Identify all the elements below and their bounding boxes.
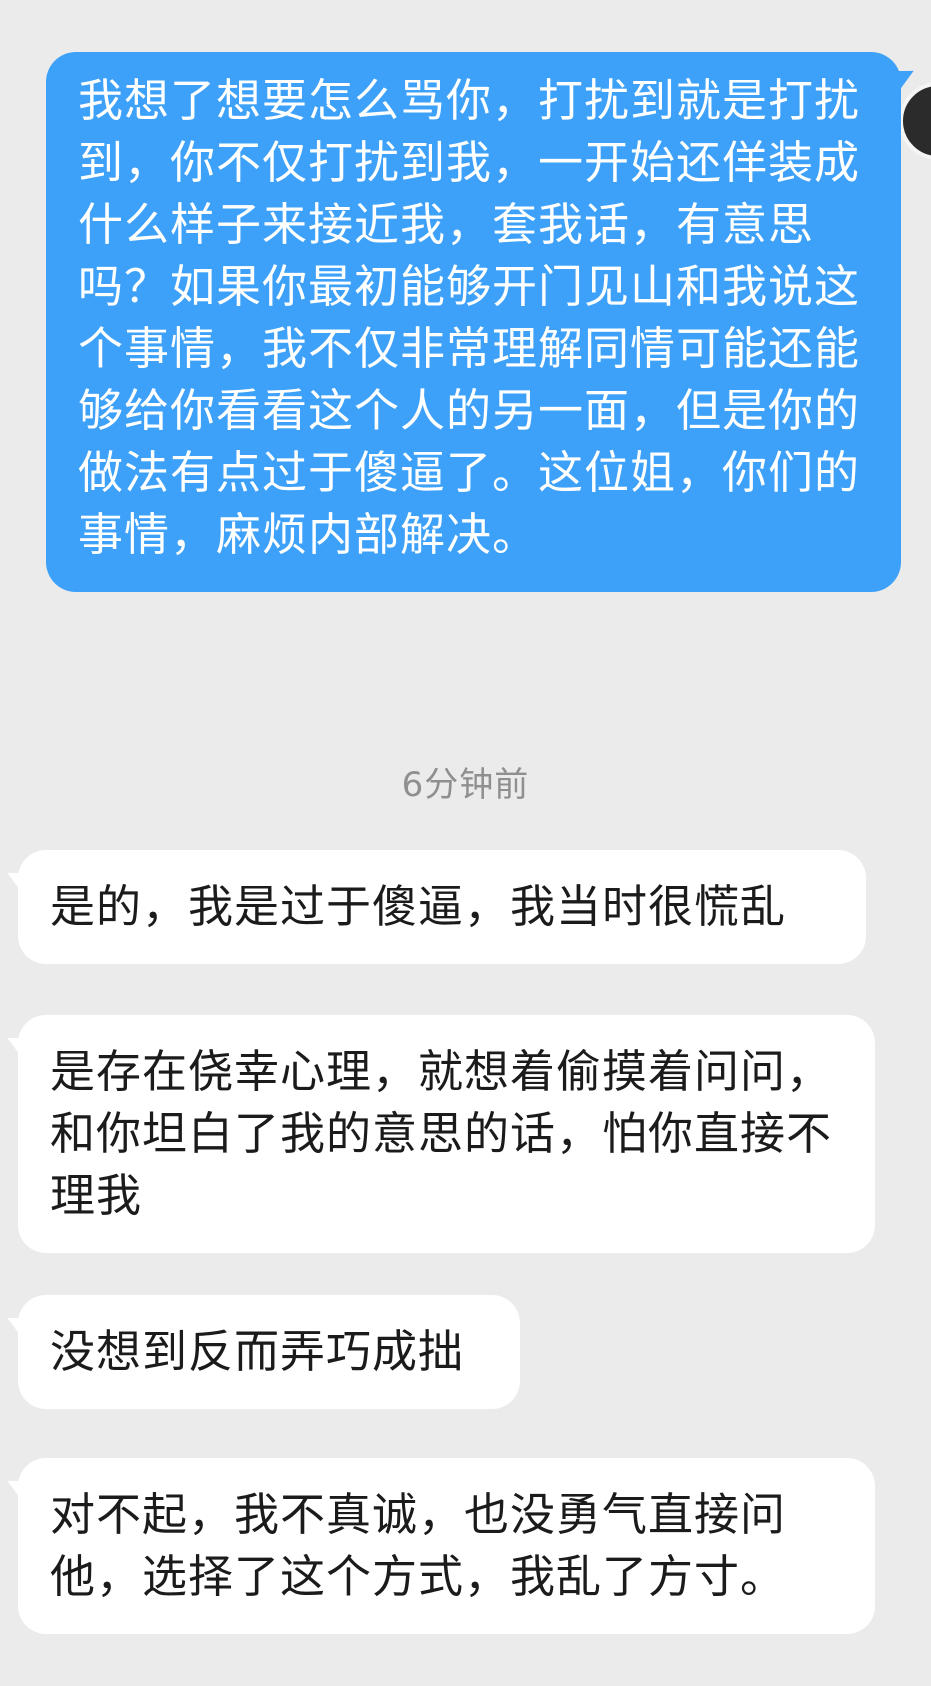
avatar[interactable] bbox=[899, 82, 931, 160]
incoming-message-bubble[interactable]: 没想到反而弄巧成拙 bbox=[18, 1295, 520, 1409]
previous-timestamp-partial: … bbox=[0, 0, 931, 5]
incoming-message-bubble[interactable]: 是存在侥幸心理，就想着偷摸着问问，和你坦白了我的意思的话，怕你直接不理我 bbox=[18, 1015, 875, 1253]
incoming-message-bubble[interactable]: 是的，我是过于傻逼，我当时很慌乱 bbox=[18, 850, 866, 964]
message-timestamp: 6分钟前 bbox=[401, 765, 530, 805]
outgoing-message-bubble[interactable]: 我想了想要怎么骂你，打扰到就是打扰到，你不仅打扰到我，一开始还佯装成什么样子来接… bbox=[46, 52, 901, 592]
incoming-message-bubble[interactable]: 对不起，我不真诚，也没勇气直接问他，选择了这个方式，我乱了方寸。 bbox=[18, 1458, 875, 1634]
